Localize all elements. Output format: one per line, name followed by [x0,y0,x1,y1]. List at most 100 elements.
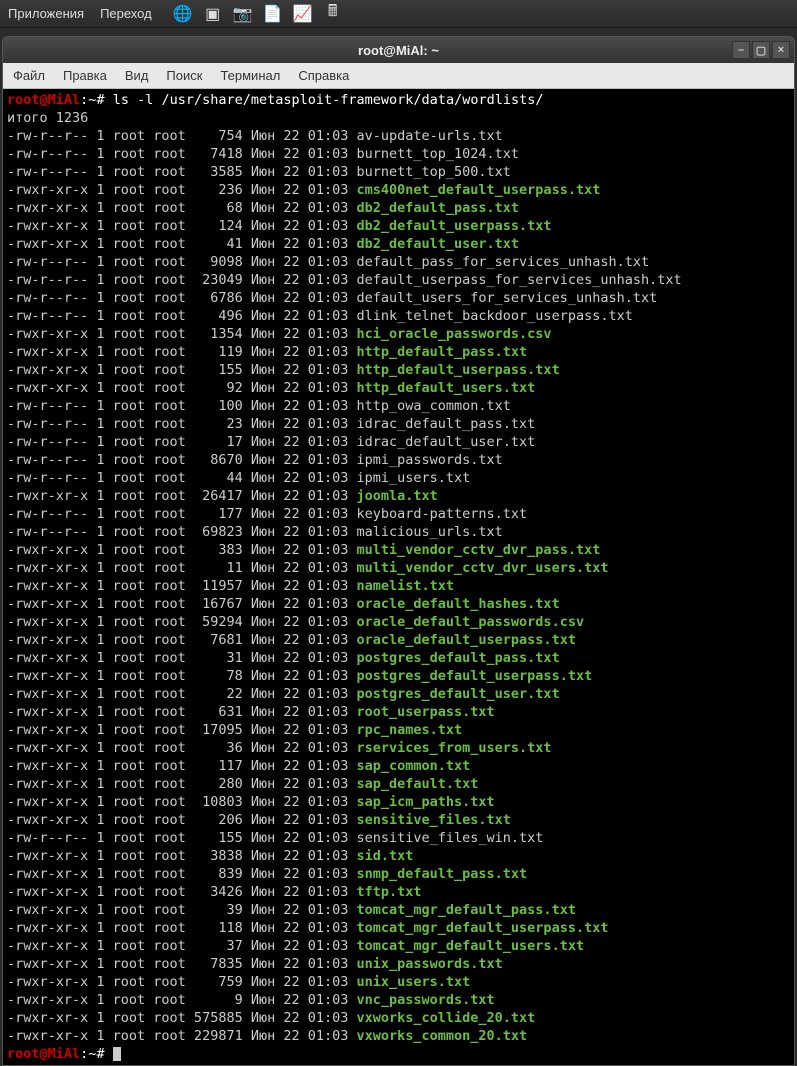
file-name: tomcat_mgr_default_userpass.txt [357,920,609,936]
file-name: idrac_default_pass.txt [357,416,536,432]
file-name: http_default_users.txt [357,380,536,396]
file-name: oracle_default_passwords.csv [357,614,585,630]
file-name: ipmi_users.txt [357,470,471,486]
file-row: -rwxr-xr-x 1 root root 236 Июн 22 01:03 … [7,181,790,199]
file-name: burnett_top_500.txt [357,164,511,180]
file-name: vxworks_common_20.txt [357,1028,528,1044]
file-row: -rw-r--r-- 1 root root 23049 Июн 22 01:0… [7,271,790,289]
file-name: hci_oracle_passwords.csv [357,326,552,342]
file-row: -rw-r--r-- 1 root root 754 Июн 22 01:03 … [7,127,790,145]
close-button[interactable]: × [772,41,790,59]
file-name: dlink_telnet_backdoor_userpass.txt [357,308,633,324]
file-name: tomcat_mgr_default_users.txt [357,938,585,954]
file-name: http_owa_common.txt [357,398,511,414]
file-row: -rwxr-xr-x 1 root root 383 Июн 22 01:03 … [7,541,790,559]
calculator-icon[interactable]: 🖩 [322,3,344,25]
file-row: -rwxr-xr-x 1 root root 92 Июн 22 01:03 h… [7,379,790,397]
total-line: итого 1236 [7,109,790,127]
menu-terminal[interactable]: Терминал [220,68,280,83]
file-name: vnc_passwords.txt [357,992,495,1008]
prompt-hash: # [96,1046,112,1062]
file-row: -rwxr-xr-x 1 root root 229871 Июн 22 01:… [7,1027,790,1045]
menu-help[interactable]: Справка [298,68,349,83]
menu-search[interactable]: Поиск [166,68,202,83]
file-name: postgres_default_pass.txt [357,650,560,666]
window-controls: – ▢ × [732,41,790,59]
file-name: multi_vendor_cctv_dvr_pass.txt [357,542,601,558]
file-row: -rwxr-xr-x 1 root root 9 Июн 22 01:03 vn… [7,991,790,1009]
file-row: -rw-r--r-- 1 root root 177 Июн 22 01:03 … [7,505,790,523]
prompt-user: root@MiAl [7,92,80,108]
file-name: sid.txt [357,848,414,864]
file-row: -rw-r--r-- 1 root root 8670 Июн 22 01:03… [7,451,790,469]
file-name: sensitive_files.txt [357,812,511,828]
file-name: default_pass_for_services_unhash.txt [357,254,650,270]
file-row: -rwxr-xr-x 1 root root 3426 Июн 22 01:03… [7,883,790,901]
file-name: oracle_default_hashes.txt [357,596,560,612]
file-name: namelist.txt [357,578,455,594]
maximize-button[interactable]: ▢ [752,41,770,59]
panel-apps[interactable]: Приложения [8,6,84,21]
menu-view[interactable]: Вид [125,68,149,83]
file-row: -rw-r--r-- 1 root root 155 Июн 22 01:03 … [7,829,790,847]
file-name: sensitive_files_win.txt [357,830,544,846]
file-name: multi_vendor_cctv_dvr_users.txt [357,560,609,576]
window-title: root@MiAl: ~ [358,43,439,58]
globe-icon[interactable]: 🌐 [172,3,194,25]
file-name: postgres_default_user.txt [357,686,560,702]
file-row: -rwxr-xr-x 1 root root 39 Июн 22 01:03 t… [7,901,790,919]
menu-edit[interactable]: Правка [63,68,107,83]
file-row: -rwxr-xr-x 1 root root 631 Июн 22 01:03 … [7,703,790,721]
file-name: http_default_pass.txt [357,344,528,360]
file-name: db2_default_userpass.txt [357,218,552,234]
file-row: -rwxr-xr-x 1 root root 124 Июн 22 01:03 … [7,217,790,235]
file-row: -rwxr-xr-x 1 root root 206 Июн 22 01:03 … [7,811,790,829]
file-name: av-update-urls.txt [357,128,503,144]
file-name: sap_default.txt [357,776,479,792]
file-row: -rw-r--r-- 1 root root 44 Июн 22 01:03 i… [7,469,790,487]
titlebar[interactable]: root@MiAl: ~ – ▢ × [3,37,794,63]
file-row: -rw-r--r-- 1 root root 100 Июн 22 01:03 … [7,397,790,415]
terminal-body[interactable]: root@MiAl:~# ls -l /usr/share/metasploit… [3,89,794,1065]
terminal-window: root@MiAl: ~ – ▢ × Файл Правка Вид Поиск… [2,36,795,1066]
file-row: -rwxr-xr-x 1 root root 11 Июн 22 01:03 m… [7,559,790,577]
terminal-icon[interactable]: ▣ [202,3,224,25]
desktop-panel: Приложения Переход 🌐 ▣ 📷 📄 📈 🖩 [0,0,797,28]
file-row: -rwxr-xr-x 1 root root 78 Июн 22 01:03 p… [7,667,790,685]
prompt-line: root@MiAl:~# ls -l /usr/share/metasploit… [7,91,790,109]
camera-icon[interactable]: 📷 [232,3,254,25]
file-row: -rwxr-xr-x 1 root root 17095 Июн 22 01:0… [7,721,790,739]
file-name: tftp.txt [357,884,422,900]
file-row: -rwxr-xr-x 1 root root 575885 Июн 22 01:… [7,1009,790,1027]
file-row: -rwxr-xr-x 1 root root 839 Июн 22 01:03 … [7,865,790,883]
file-row: -rw-r--r-- 1 root root 17 Июн 22 01:03 i… [7,433,790,451]
file-name: vxworks_collide_20.txt [357,1010,536,1026]
file-row: -rwxr-xr-x 1 root root 7681 Июн 22 01:03… [7,631,790,649]
file-name: oracle_default_userpass.txt [357,632,576,648]
file-row: -rwxr-xr-x 1 root root 119 Июн 22 01:03 … [7,343,790,361]
file-row: -rwxr-xr-x 1 root root 118 Июн 22 01:03 … [7,919,790,937]
menubar: Файл Правка Вид Поиск Терминал Справка [3,63,794,89]
prompt-line-2: root@MiAl:~# [7,1045,790,1063]
file-row: -rw-r--r-- 1 root root 7418 Июн 22 01:03… [7,145,790,163]
file-row: -rwxr-xr-x 1 root root 22 Июн 22 01:03 p… [7,685,790,703]
file-row: -rwxr-xr-x 1 root root 7835 Июн 22 01:03… [7,955,790,973]
minimize-button[interactable]: – [732,41,750,59]
command-text: ls -l /usr/share/metasploit-framework/da… [113,92,544,108]
file-name: keyboard-patterns.txt [357,506,528,522]
file-row: -rwxr-xr-x 1 root root 3838 Июн 22 01:03… [7,847,790,865]
menu-file[interactable]: Файл [13,68,45,83]
file-row: -rwxr-xr-x 1 root root 36 Июн 22 01:03 r… [7,739,790,757]
file-name: default_users_for_services_unhash.txt [357,290,658,306]
file-row: -rwxr-xr-x 1 root root 759 Июн 22 01:03 … [7,973,790,991]
panel-icons: 🌐 ▣ 📷 📄 📈 🖩 [172,3,344,25]
prompt-hash: # [96,92,112,108]
file-name: snmp_default_pass.txt [357,866,528,882]
document-icon[interactable]: 📄 [262,3,284,25]
file-row: -rw-r--r-- 1 root root 3585 Июн 22 01:03… [7,163,790,181]
monitor-icon[interactable]: 📈 [292,3,314,25]
panel-go[interactable]: Переход [100,6,152,21]
file-row: -rwxr-xr-x 1 root root 37 Июн 22 01:03 t… [7,937,790,955]
file-name: unix_passwords.txt [357,956,503,972]
file-name: rpc_names.txt [357,722,463,738]
